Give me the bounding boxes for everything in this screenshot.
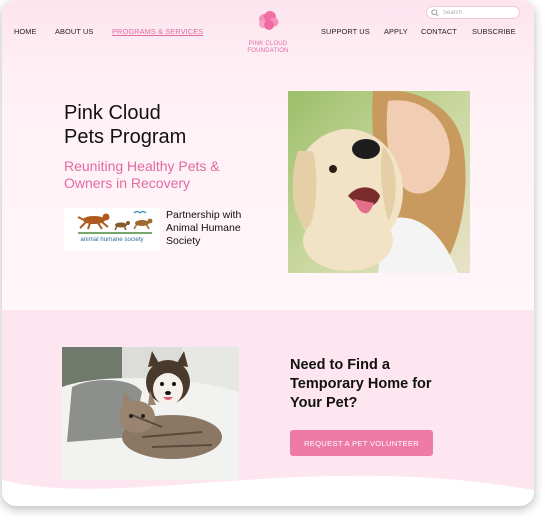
nav-home[interactable]: HOME <box>14 27 37 36</box>
page-subtitle: Reuniting Healthy Pets & Owners in Recov… <box>64 158 220 191</box>
page-frame: HOME ABOUT US PROGRAMS & SERVICES SUPPOR… <box>2 0 534 506</box>
nav-contact[interactable]: CONTACT <box>421 27 457 36</box>
nav-subscribe[interactable]: SUBSCRIBE <box>472 27 516 36</box>
cat-and-dog-photo <box>62 347 239 480</box>
search-icon <box>431 8 439 17</box>
search-box[interactable] <box>426 6 520 19</box>
cloud-logo-icon <box>259 11 279 30</box>
temporary-home-heading: Need to Find a Temporary Home for Your P… <box>290 357 432 411</box>
woman-kissing-dog-photo <box>288 91 470 273</box>
page-title: Pink Cloud Pets Program <box>64 102 187 148</box>
search-input[interactable] <box>443 9 513 16</box>
logo-text: PINK CLOUD FOUNDATION <box>247 41 289 54</box>
nav-programs[interactable]: PROGRAMS & SERVICES <box>112 27 203 36</box>
logo[interactable]: PINK CLOUD FOUNDATION <box>238 10 298 55</box>
nav-support[interactable]: SUPPORT US <box>321 27 370 36</box>
animal-humane-society-logo: animal humane society <box>64 208 160 250</box>
nav-about[interactable]: ABOUT US <box>55 27 93 36</box>
request-volunteer-button[interactable]: REQUEST A PET VOLUNTEER <box>290 430 433 456</box>
partnership-text: Partnership with Animal Humane Society <box>166 209 242 247</box>
nav-apply[interactable]: APPLY <box>384 27 408 36</box>
partner-logo-text: animal humane society <box>80 236 144 243</box>
